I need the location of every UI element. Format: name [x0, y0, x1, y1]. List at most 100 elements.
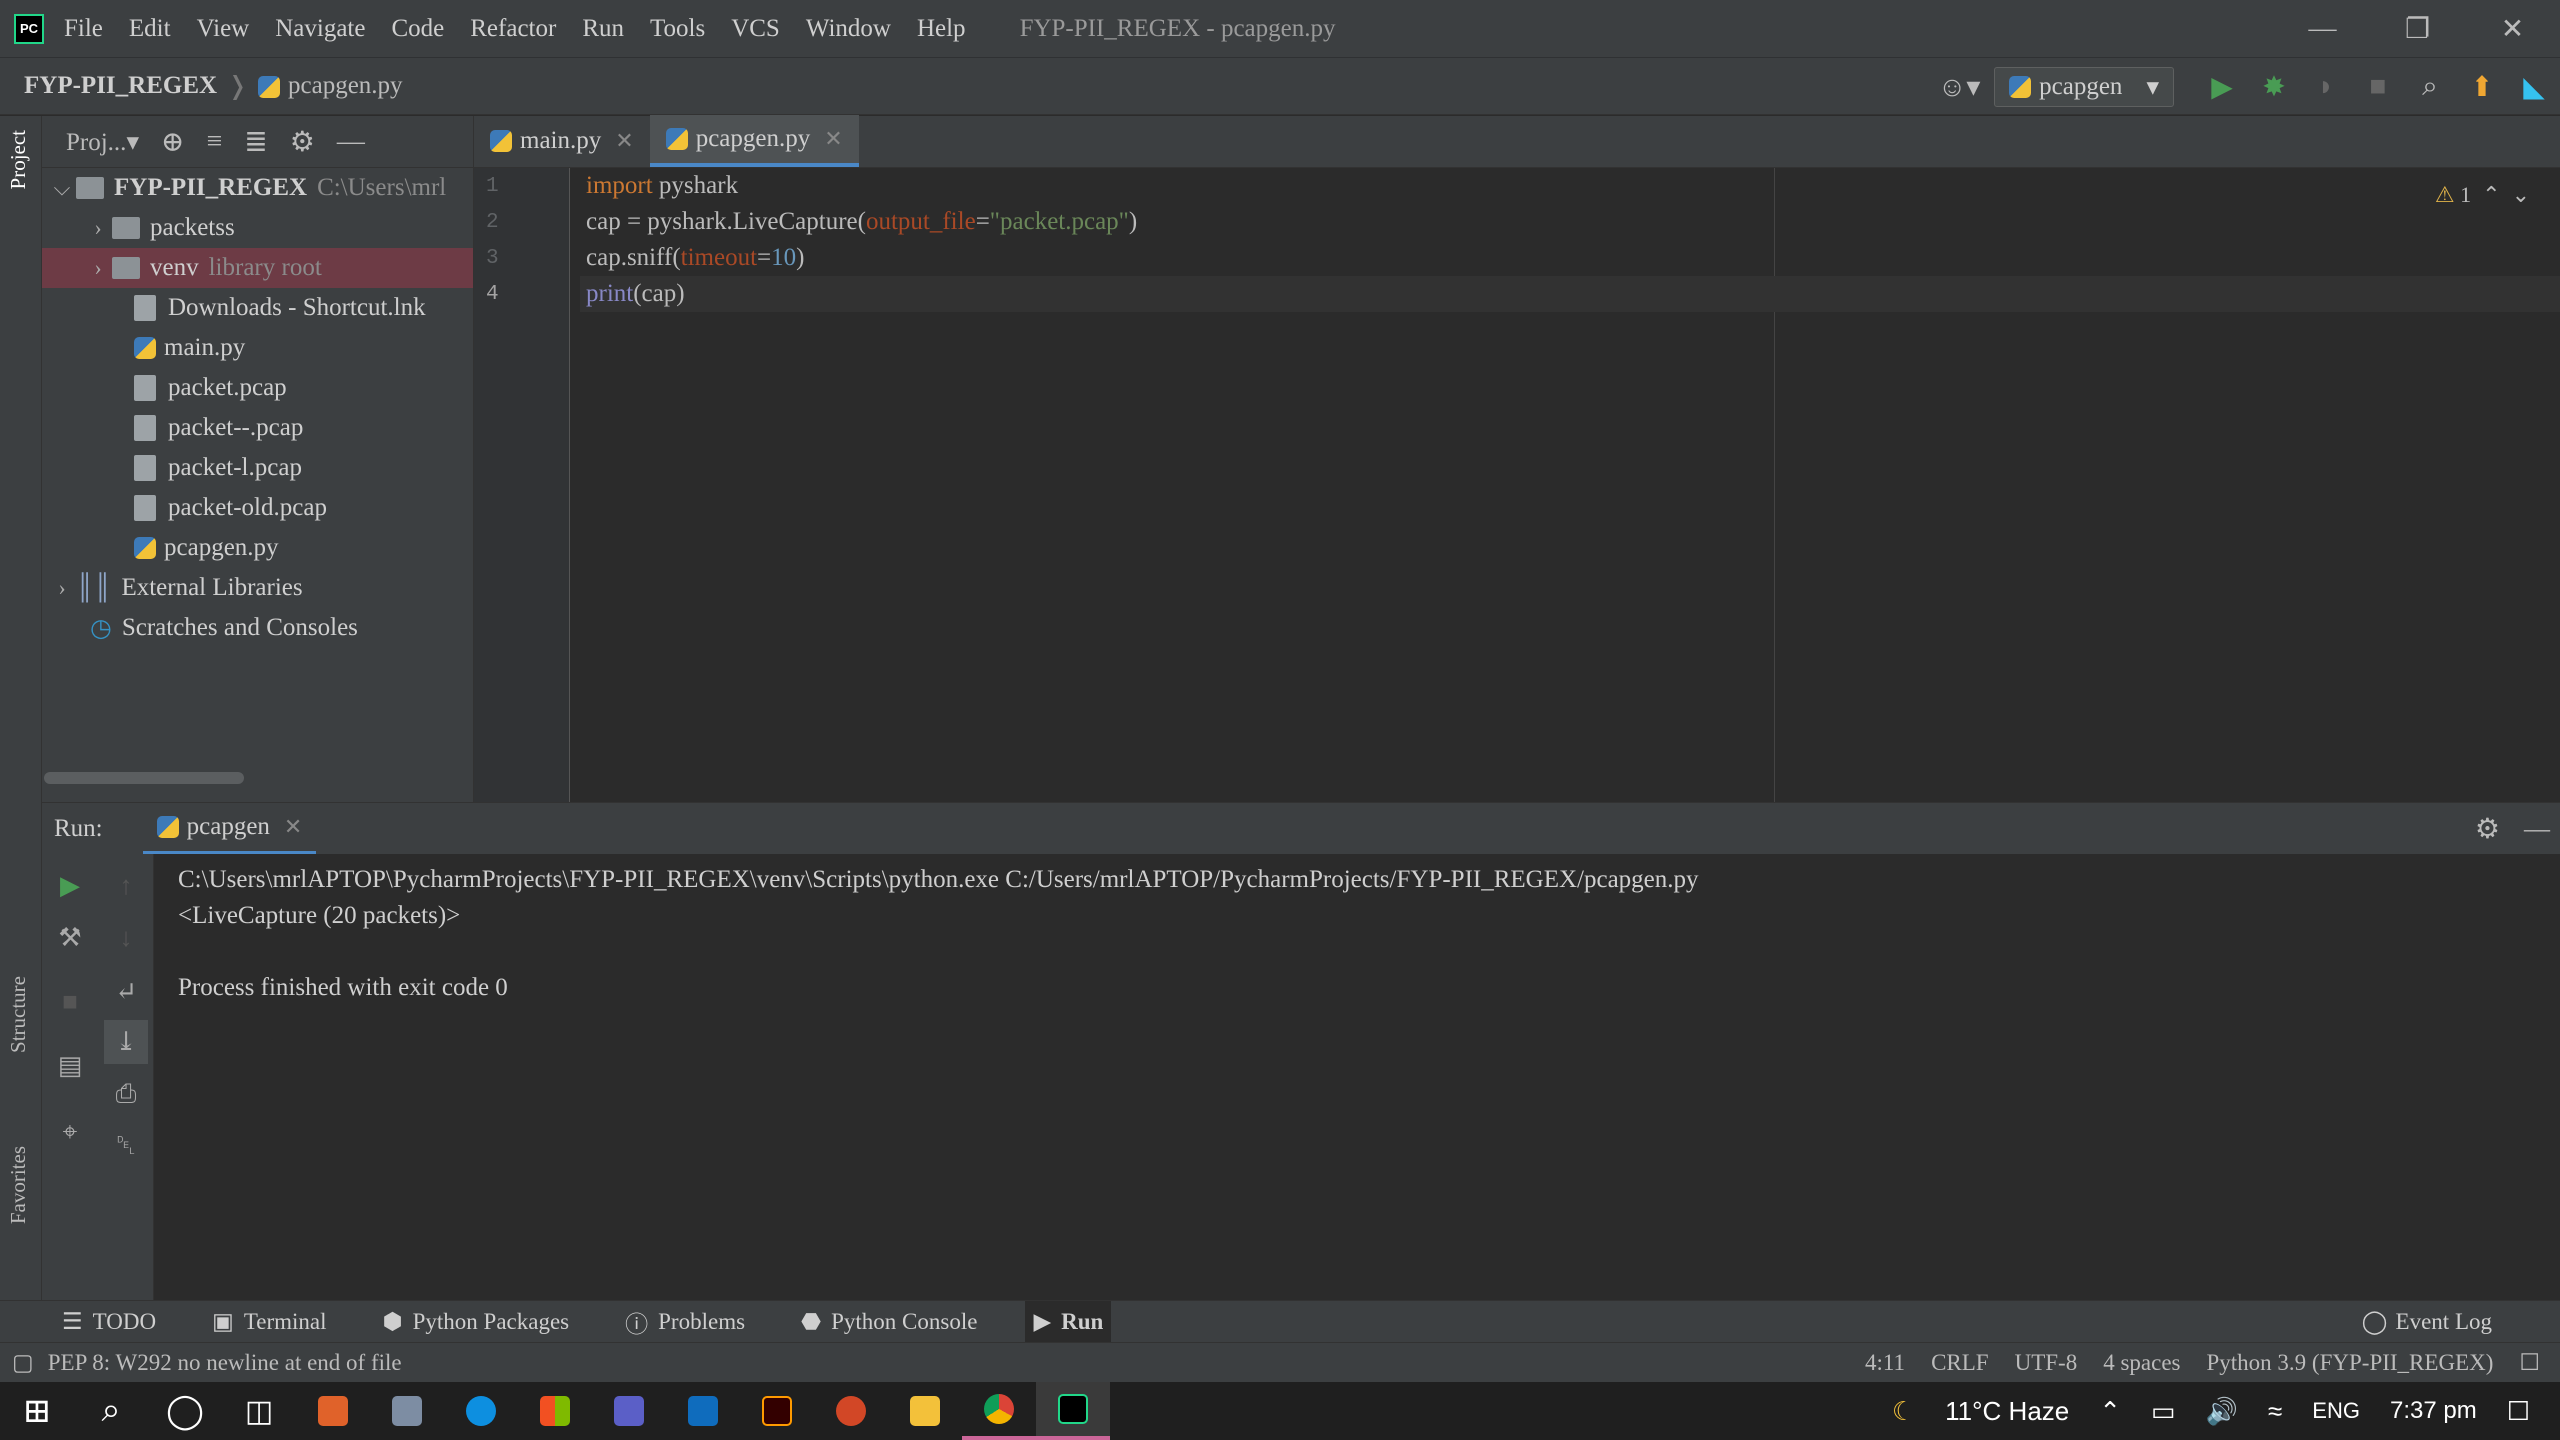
- code-line-current[interactable]: print (cap): [580, 276, 2560, 312]
- tree-item-venv[interactable]: › venv library root: [42, 248, 473, 288]
- close-tab-icon[interactable]: ✕: [824, 126, 842, 152]
- status-message[interactable]: PEP 8: W292 no newline at end of file: [48, 1350, 402, 1376]
- hide-icon[interactable]: —: [337, 126, 365, 158]
- menu-window[interactable]: Window: [806, 15, 891, 43]
- tree-item-external-libraries[interactable]: › ║║ External Libraries: [42, 568, 473, 608]
- debug-icon[interactable]: ✸: [2248, 67, 2300, 107]
- menu-file[interactable]: File: [64, 15, 103, 43]
- breadcrumb-file[interactable]: pcapgen.py: [258, 72, 403, 100]
- tab-pcapgen-py[interactable]: pcapgen.py ✕: [649, 115, 859, 167]
- close-tab-icon[interactable]: ✕: [284, 814, 302, 840]
- collapse-all-icon[interactable]: ≣: [244, 125, 267, 159]
- tab-main-py[interactable]: main.py ✕: [474, 115, 650, 167]
- gear-icon[interactable]: ⚙: [2475, 812, 2500, 846]
- tree-item-packetss[interactable]: › packetss: [42, 208, 473, 248]
- teams-icon[interactable]: [592, 1382, 666, 1440]
- run-icon[interactable]: ▶: [2196, 67, 2248, 107]
- task-view-icon[interactable]: ◫: [222, 1382, 296, 1440]
- volume-icon[interactable]: 🔊: [2206, 1396, 2238, 1427]
- tool-run[interactable]: ▶ Run: [1025, 1300, 1112, 1343]
- menu-refactor[interactable]: Refactor: [470, 15, 556, 43]
- menu-run[interactable]: Run: [582, 15, 624, 43]
- menu-code[interactable]: Code: [391, 15, 444, 43]
- console-output[interactable]: C:\Users\mrlAPTOP\PycharmProjects\FYP-PI…: [178, 862, 1699, 1006]
- code-line[interactable]: cap.sniff(timeout = 10): [580, 240, 2560, 276]
- jetbrains-toolbox-icon[interactable]: ◣: [2508, 67, 2560, 107]
- search-icon[interactable]: ⌕: [74, 1382, 148, 1440]
- rerun-icon[interactable]: ▶: [48, 864, 92, 908]
- tool-event-log[interactable]: ◯ Event Log: [2354, 1301, 2500, 1343]
- chevron-up-icon[interactable]: ⌃: [2099, 1396, 2121, 1427]
- arrow-down-icon[interactable]: ↓: [104, 916, 148, 960]
- run-tab-pcapgen[interactable]: pcapgen ✕: [142, 803, 317, 855]
- lock-icon[interactable]: ☐: [2519, 1350, 2540, 1376]
- pycharm-taskbar-icon[interactable]: [1036, 1382, 1110, 1440]
- wrench-icon[interactable]: ⚒: [48, 916, 92, 960]
- wifi-icon[interactable]: ≈: [2268, 1396, 2282, 1427]
- tree-item-packet-l-pcap[interactable]: packet-l.pcap: [42, 448, 473, 488]
- trash-icon[interactable]: ␡: [104, 1124, 148, 1168]
- tree-item-pcapgen-py[interactable]: pcapgen.py: [42, 528, 473, 568]
- code-line[interactable]: cap = pyshark.LiveCapture(output_file = "p…: [580, 204, 2560, 240]
- pycharm-logo-icon[interactable]: PC: [14, 13, 44, 44]
- weather-text[interactable]: 11°C Haze: [1945, 1396, 2069, 1427]
- close-icon[interactable]: ✕: [2465, 0, 2560, 57]
- status-toggle-icon[interactable]: ▢: [12, 1350, 34, 1376]
- structure-tool-label[interactable]: Structure: [6, 976, 31, 1053]
- code-line[interactable]: import pyshark: [580, 168, 2560, 204]
- matlab-icon[interactable]: [296, 1382, 370, 1440]
- tree-item-root[interactable]: ⌵ FYP-PII_REGEX C:\Users\mrl: [42, 168, 473, 208]
- tool-python-packages[interactable]: ⬢ Python Packages: [375, 1301, 578, 1343]
- cortana-icon[interactable]: ◯: [148, 1382, 222, 1440]
- menu-edit[interactable]: Edit: [129, 15, 171, 43]
- tool-problems[interactable]: ⓘ Problems: [617, 1301, 753, 1343]
- hide-icon[interactable]: —: [2524, 814, 2550, 844]
- pin-icon[interactable]: ⌖: [48, 1110, 92, 1154]
- code-editor[interactable]: import pyshark cap = pyshark.LiveCapture…: [580, 168, 2560, 312]
- restore-icon[interactable]: ❐: [2370, 0, 2465, 57]
- tree-item-shortcut[interactable]: Downloads - Shortcut.lnk: [42, 288, 473, 328]
- tree-item-main-py[interactable]: main.py: [42, 328, 473, 368]
- menu-tools[interactable]: Tools: [650, 15, 705, 43]
- expand-all-icon[interactable]: ≡: [206, 126, 222, 158]
- tree-item-scratches[interactable]: ◷ Scratches and Consoles: [42, 608, 473, 648]
- skype-icon[interactable]: [444, 1382, 518, 1440]
- indent-setting[interactable]: 4 spaces: [2103, 1350, 2180, 1376]
- horizontal-scrollbar[interactable]: [44, 772, 244, 784]
- caret-position[interactable]: 4:11: [1865, 1350, 1905, 1376]
- layout-icon[interactable]: ▤: [48, 1044, 92, 1088]
- tool-terminal[interactable]: ▣ Terminal: [204, 1301, 334, 1343]
- menu-vcs[interactable]: VCS: [731, 15, 780, 43]
- menu-navigate[interactable]: Navigate: [275, 15, 365, 43]
- language-indicator[interactable]: ENG: [2312, 1398, 2360, 1424]
- store-icon[interactable]: [518, 1382, 592, 1440]
- stop-icon[interactable]: ■: [2352, 67, 2404, 107]
- line-separator[interactable]: CRLF: [1931, 1350, 1989, 1376]
- weather-icon[interactable]: ☾: [1892, 1396, 1915, 1427]
- arrow-up-icon[interactable]: ↑: [104, 864, 148, 908]
- notifications-icon[interactable]: ☐: [2507, 1396, 2530, 1427]
- breadcrumb-project[interactable]: FYP-PII_REGEX: [24, 72, 217, 100]
- file-encoding[interactable]: UTF-8: [2015, 1350, 2078, 1376]
- illustrator-icon[interactable]: [740, 1382, 814, 1440]
- update-icon[interactable]: ⬆: [2456, 67, 2508, 107]
- battery-icon[interactable]: ▭: [2151, 1396, 2176, 1427]
- search-icon[interactable]: ⌕: [2404, 67, 2456, 107]
- menu-view[interactable]: View: [197, 15, 250, 43]
- chevron-down-icon[interactable]: ⌄: [2512, 182, 2530, 207]
- scroll-to-end-icon[interactable]: ⤓: [104, 1020, 148, 1064]
- clock[interactable]: 7:37 pm: [2390, 1397, 2477, 1425]
- chrome-icon[interactable]: [962, 1382, 1036, 1440]
- app-icon[interactable]: [370, 1382, 444, 1440]
- run-configuration-select[interactable]: pcapgen ▾: [1994, 67, 2174, 107]
- project-tool-label[interactable]: Project: [6, 130, 31, 189]
- tool-todo[interactable]: ☰ TODO: [54, 1301, 164, 1343]
- user-icon[interactable]: ☺▾: [1924, 67, 1994, 107]
- file-explorer-icon[interactable]: [888, 1382, 962, 1440]
- locate-icon[interactable]: ⊕: [161, 125, 184, 159]
- minimize-icon[interactable]: —: [2275, 0, 2370, 57]
- windows-start-icon[interactable]: ⊞: [0, 1382, 74, 1440]
- python-interpreter[interactable]: Python 3.9 (FYP-PII_REGEX): [2207, 1350, 2494, 1376]
- menu-help[interactable]: Help: [917, 15, 966, 43]
- soft-wrap-icon[interactable]: ↵: [104, 970, 148, 1014]
